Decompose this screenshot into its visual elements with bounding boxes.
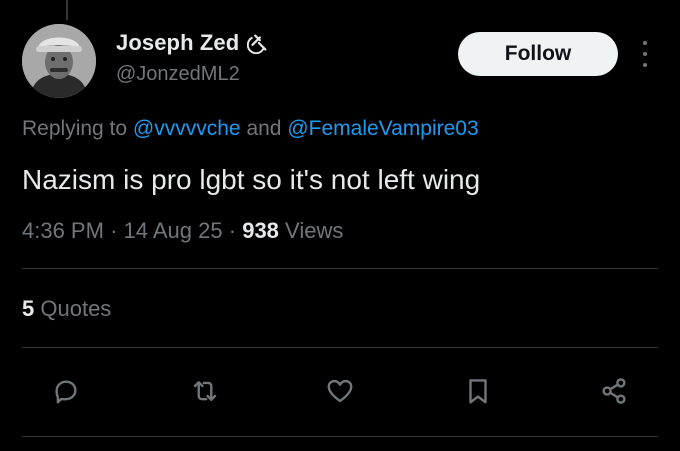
reply-prefix: Replying to bbox=[22, 117, 128, 140]
avatar[interactable] bbox=[22, 24, 96, 98]
divider bbox=[22, 436, 658, 437]
quotes-label: Quotes bbox=[40, 296, 112, 321]
author-name-row: Joseph Zed bbox=[116, 30, 269, 56]
reply-button[interactable] bbox=[48, 373, 84, 409]
more-options-icon[interactable] bbox=[634, 38, 656, 70]
mention-link-1[interactable]: @vvvvvche bbox=[133, 117, 241, 140]
author-handle[interactable]: @JonzedML2 bbox=[116, 63, 240, 86]
share-button[interactable] bbox=[596, 373, 632, 409]
meta-separator: · bbox=[110, 218, 118, 243]
tweet-date[interactable]: 14 Aug 25 bbox=[124, 218, 223, 243]
divider bbox=[22, 268, 658, 269]
retweet-button[interactable] bbox=[187, 373, 223, 409]
share-icon bbox=[602, 378, 626, 404]
divider bbox=[22, 347, 658, 348]
more-dot bbox=[643, 63, 647, 67]
meta-separator: · bbox=[228, 218, 237, 243]
reply-context: Replying to @vvvvvche and @FemaleVampire… bbox=[22, 117, 479, 141]
bookmark-button[interactable] bbox=[460, 373, 496, 409]
views-count: 938 bbox=[242, 218, 279, 243]
retweet-icon bbox=[193, 381, 217, 401]
tweet-meta: 4:36 PM · 14 Aug 25 · 938 Views bbox=[22, 218, 343, 244]
views-label: Views bbox=[285, 218, 344, 243]
thread-connector-line bbox=[66, 0, 68, 20]
like-button[interactable] bbox=[322, 373, 358, 409]
follow-button[interactable]: Follow bbox=[458, 32, 618, 76]
quotes-stat[interactable]: 5 Quotes bbox=[22, 296, 111, 322]
avatar-portrait-icon bbox=[22, 24, 96, 98]
bookmark-icon bbox=[469, 379, 487, 404]
like-icon bbox=[327, 379, 353, 403]
mention-link-2[interactable]: @FemaleVampire03 bbox=[287, 117, 478, 140]
more-dot bbox=[643, 41, 647, 45]
hammer-and-sickle-icon bbox=[247, 34, 267, 54]
quotes-count: 5 bbox=[22, 296, 35, 321]
reply-joiner: and bbox=[246, 117, 282, 140]
author-display-name[interactable]: Joseph Zed bbox=[116, 30, 239, 56]
reply-icon bbox=[55, 380, 77, 404]
more-dot bbox=[643, 52, 647, 56]
tweet-text: Nazism is pro lgbt so it's not left wing bbox=[22, 164, 481, 195]
tweet-time[interactable]: 4:36 PM bbox=[22, 218, 104, 243]
